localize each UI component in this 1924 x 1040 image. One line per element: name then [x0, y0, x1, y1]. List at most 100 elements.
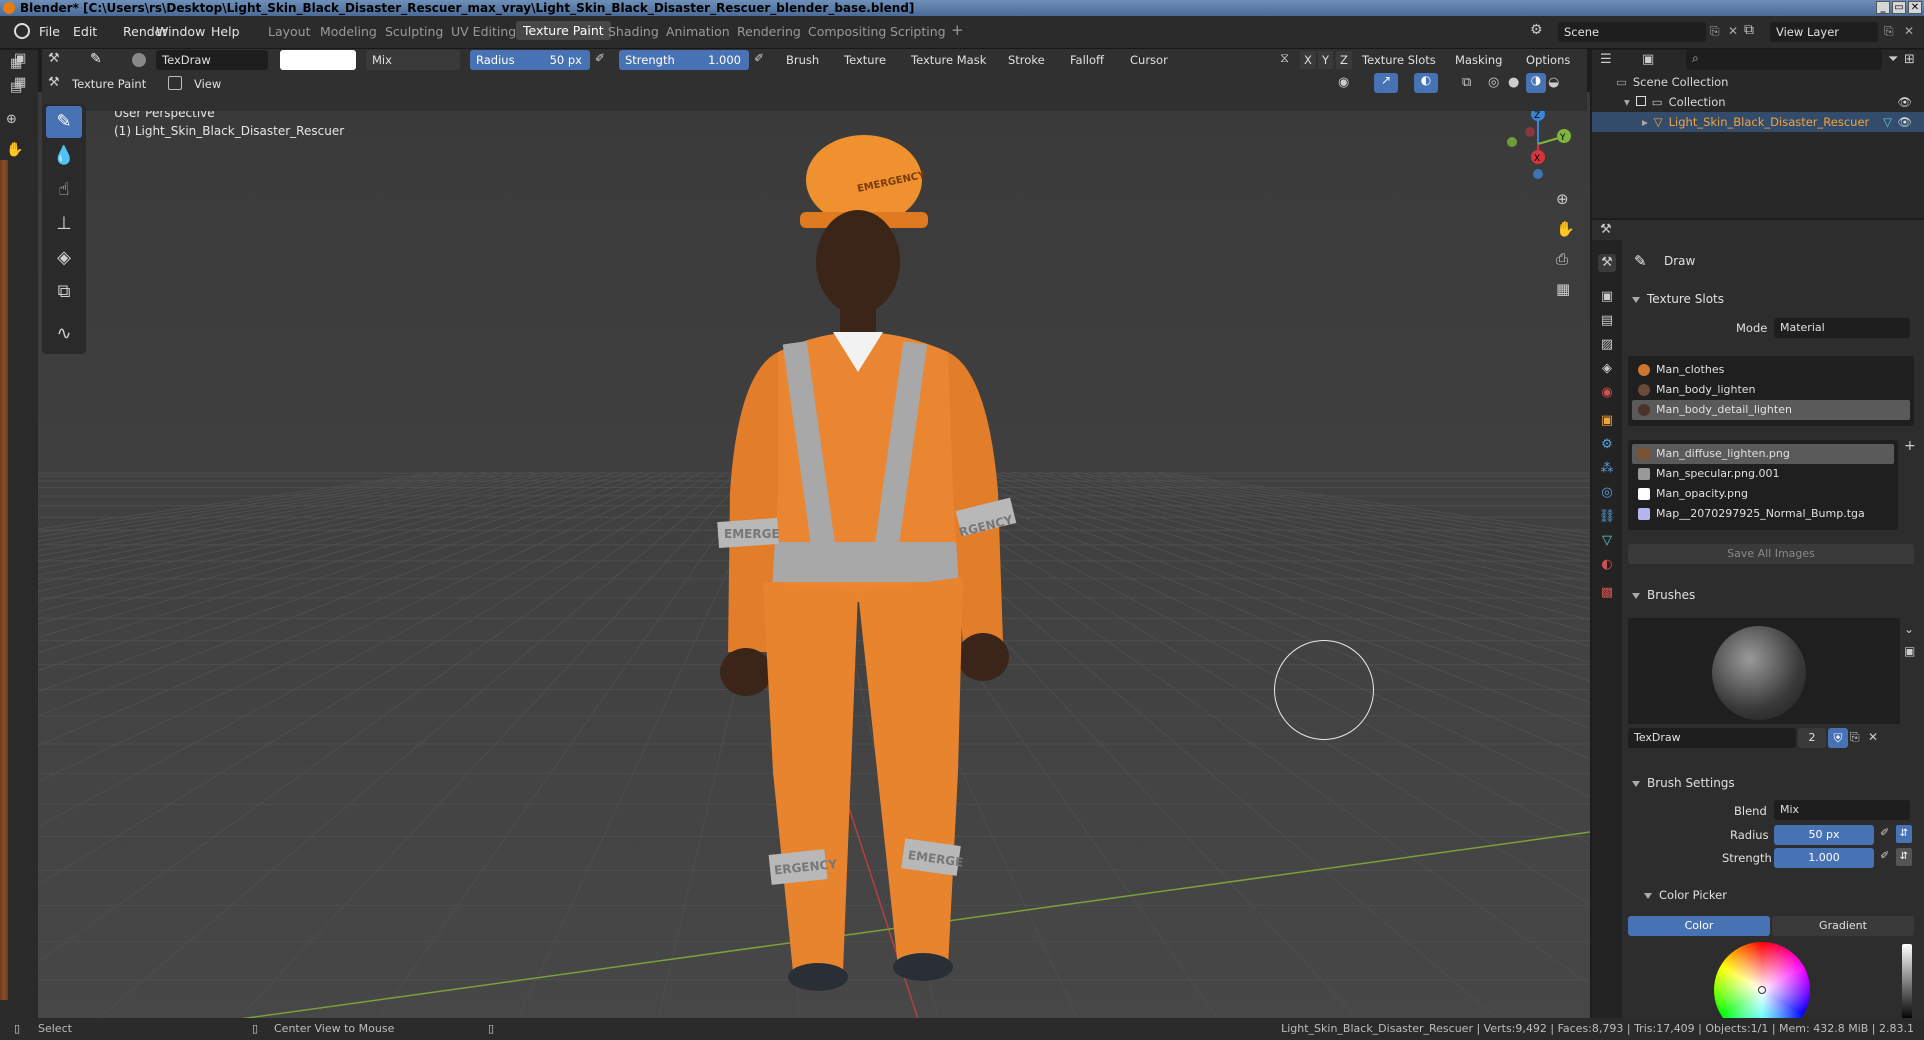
blender-menu-icon[interactable] — [14, 23, 30, 39]
delete-scene-icon[interactable]: ✕ — [1728, 24, 1738, 38]
color-picker-header[interactable]: Color Picker — [1644, 888, 1727, 902]
mode-dropdown-field[interactable]: Material — [1774, 318, 1910, 338]
hand-icon[interactable]: ✋ — [6, 142, 23, 158]
tab-uv-editing[interactable]: UV Editing — [451, 24, 516, 39]
maximize-button[interactable]: ▭ — [1892, 1, 1906, 14]
texture-tab-icon[interactable]: ▩ — [1598, 584, 1616, 602]
xray-toggle-icon[interactable]: ⧉ — [1462, 75, 1471, 90]
menu-help[interactable]: Help — [211, 24, 240, 39]
duplicate-brush-icon[interactable]: ⎘ — [1850, 730, 1860, 745]
radius-unit-toggle-icon[interactable]: ⇵ — [1896, 825, 1912, 843]
smear-tool[interactable]: ☝ — [46, 174, 82, 206]
object-visibility-icon[interactable]: 👁 — [1897, 112, 1912, 132]
symmetry-icon[interactable]: ⧖ — [1280, 51, 1289, 66]
mode-dropdown[interactable]: Texture Paint — [72, 73, 146, 95]
clone-tool[interactable]: ⊥ — [46, 208, 82, 240]
menu-file[interactable]: File — [39, 24, 60, 39]
gizmo-toggle-icon[interactable]: ↗ — [1374, 73, 1398, 93]
camera-view-icon[interactable]: ⎙ — [1556, 250, 1568, 268]
options-menu[interactable]: Options — [1526, 49, 1570, 71]
tab-shading[interactable]: Shading — [608, 24, 659, 39]
gradient-tab[interactable]: Gradient — [1772, 916, 1914, 936]
stroke-menu[interactable]: Stroke — [1008, 49, 1045, 71]
tab-texture-paint[interactable]: Texture Paint — [516, 21, 611, 40]
solid-shading-icon[interactable]: ● — [1508, 75, 1519, 90]
strength-pressure-icon[interactable]: ✐ — [754, 51, 764, 65]
texture-mask-menu[interactable]: Texture Mask — [911, 49, 986, 71]
annotate-tool[interactable]: ∿ — [46, 318, 82, 350]
brush-menu[interactable]: Brush — [786, 49, 819, 71]
new-collection-icon[interactable]: ⊞ — [1904, 52, 1915, 67]
brush-name-field[interactable]: TexDraw — [156, 50, 268, 70]
value-slider[interactable] — [1902, 944, 1912, 1020]
image-slot-row[interactable]: Man_specular.png.001 — [1632, 464, 1894, 484]
zoom-view-icon[interactable]: ⊕ — [1556, 190, 1569, 208]
viewport-editor-icon[interactable]: ▦ — [14, 75, 26, 90]
texture-menu[interactable]: Texture — [844, 49, 886, 71]
mask-toggle-icon[interactable] — [168, 76, 182, 90]
image-slot-row[interactable]: Man_opacity.png — [1632, 484, 1894, 504]
tab-compositing[interactable]: Compositing — [808, 24, 886, 39]
rendered-shading-icon[interactable]: ◒ — [1548, 75, 1559, 90]
constraints-tab-icon[interactable]: ⛓ — [1598, 508, 1616, 526]
outliner-editor-icon[interactable]: ☰ — [1600, 52, 1612, 67]
tab-scripting[interactable]: Scripting — [890, 24, 946, 39]
outliner-row-collection[interactable]: ▾ ▭ Collection 👁 — [1592, 92, 1924, 112]
properties-editor-icon[interactable]: ⚒ — [1600, 222, 1612, 237]
outliner-row-object[interactable]: ▸ ▽ Light_Skin_Black_Disaster_Rescuer ▽ 👁 — [1592, 112, 1924, 132]
draw-tool[interactable]: ✎ — [46, 106, 82, 138]
brush-name-input[interactable]: TexDraw — [1628, 728, 1796, 748]
scene-tab-icon[interactable]: ◈ — [1598, 360, 1616, 378]
render-tab-icon[interactable]: ▣ — [1598, 288, 1616, 306]
scene-icon[interactable]: ⚙ — [1530, 22, 1550, 42]
brush-image-icon[interactable]: ▣ — [1904, 644, 1915, 658]
particles-tab-icon[interactable]: ⁂ — [1598, 460, 1616, 478]
strength-field[interactable]: Strength 1.000 — [619, 50, 749, 70]
tab-rendering[interactable]: Rendering — [737, 24, 801, 39]
minimize-button[interactable]: _ — [1876, 1, 1890, 14]
new-view-layer-icon[interactable]: ⎘ — [1884, 24, 1894, 39]
brush-list-chevron-icon[interactable]: ⌄ — [1904, 622, 1914, 636]
save-all-images-button[interactable]: Save All Images — [1628, 544, 1914, 564]
texture-slots-menu[interactable]: Texture Slots — [1362, 49, 1436, 71]
perspective-toggle-icon[interactable]: ▦ — [1556, 280, 1570, 298]
outliner-row-scene-collection[interactable]: ▭ Scene Collection — [1592, 72, 1924, 92]
tab-layout[interactable]: Layout — [268, 24, 311, 39]
menu-window[interactable]: Window — [156, 24, 205, 39]
brushes-header[interactable]: Brushes — [1632, 588, 1695, 602]
brush-strength-field[interactable]: 1.000 — [1774, 848, 1874, 868]
view-layer-selector[interactable]: View Layer — [1770, 22, 1878, 42]
editor-type-button[interactable]: ▣ — [14, 51, 36, 71]
add-image-slot-icon[interactable]: + — [1904, 438, 1916, 454]
brush-preview-icon[interactable] — [132, 53, 146, 67]
fill-tool[interactable]: ◈ — [46, 242, 82, 274]
masking-menu[interactable]: Masking — [1455, 49, 1502, 71]
brush-icon[interactable]: ✎ — [90, 51, 102, 67]
color-tab[interactable]: Color — [1628, 916, 1770, 936]
world-tab-icon[interactable]: ◉ — [1598, 384, 1616, 402]
display-mode-icon[interactable]: ▣ — [1642, 52, 1654, 67]
filter-icon[interactable]: ⏷ — [1888, 52, 1898, 67]
3d-viewport[interactable]: EMERGENCY EMERGE RGENCY ERGENCY EMERGE U… — [38, 92, 1590, 1019]
new-scene-icon[interactable]: ⎘ — [1710, 24, 1720, 39]
strength-unit-toggle-icon[interactable]: ⇵ — [1896, 848, 1912, 866]
cursor-menu[interactable]: Cursor — [1130, 49, 1168, 71]
navigation-gizmo[interactable]: Z Y X — [1488, 104, 1588, 184]
brush-users-count[interactable]: 2 — [1798, 728, 1826, 748]
tool-tab-icon[interactable]: ⚒ — [1598, 254, 1616, 272]
blend-mode-dropdown[interactable]: Mix — [366, 50, 460, 70]
collection-checkbox[interactable] — [1635, 96, 1646, 106]
tab-sculpting[interactable]: Sculpting — [385, 24, 443, 39]
mask-tool[interactable]: ⧉ — [46, 276, 82, 308]
material-tab-icon[interactable]: ◐ — [1598, 556, 1616, 574]
mirror-x-toggle[interactable]: X — [1300, 51, 1316, 69]
material-slot-row[interactable]: Man_body_detail_lighten — [1632, 400, 1910, 420]
fake-user-icon[interactable]: ⛨ — [1828, 728, 1848, 748]
physics-tab-icon[interactable]: ◎ — [1598, 484, 1616, 502]
modifiers-tab-icon[interactable]: ⚙ — [1598, 436, 1616, 454]
pan-view-icon[interactable]: ✋ — [1556, 220, 1575, 238]
overlay-toggle-icon[interactable]: ◐ — [1414, 73, 1438, 93]
radius-field[interactable]: Radius 50 px — [470, 50, 590, 70]
add-workspace-button[interactable]: + — [951, 21, 964, 39]
unlink-brush-icon[interactable]: ✕ — [1868, 730, 1878, 744]
